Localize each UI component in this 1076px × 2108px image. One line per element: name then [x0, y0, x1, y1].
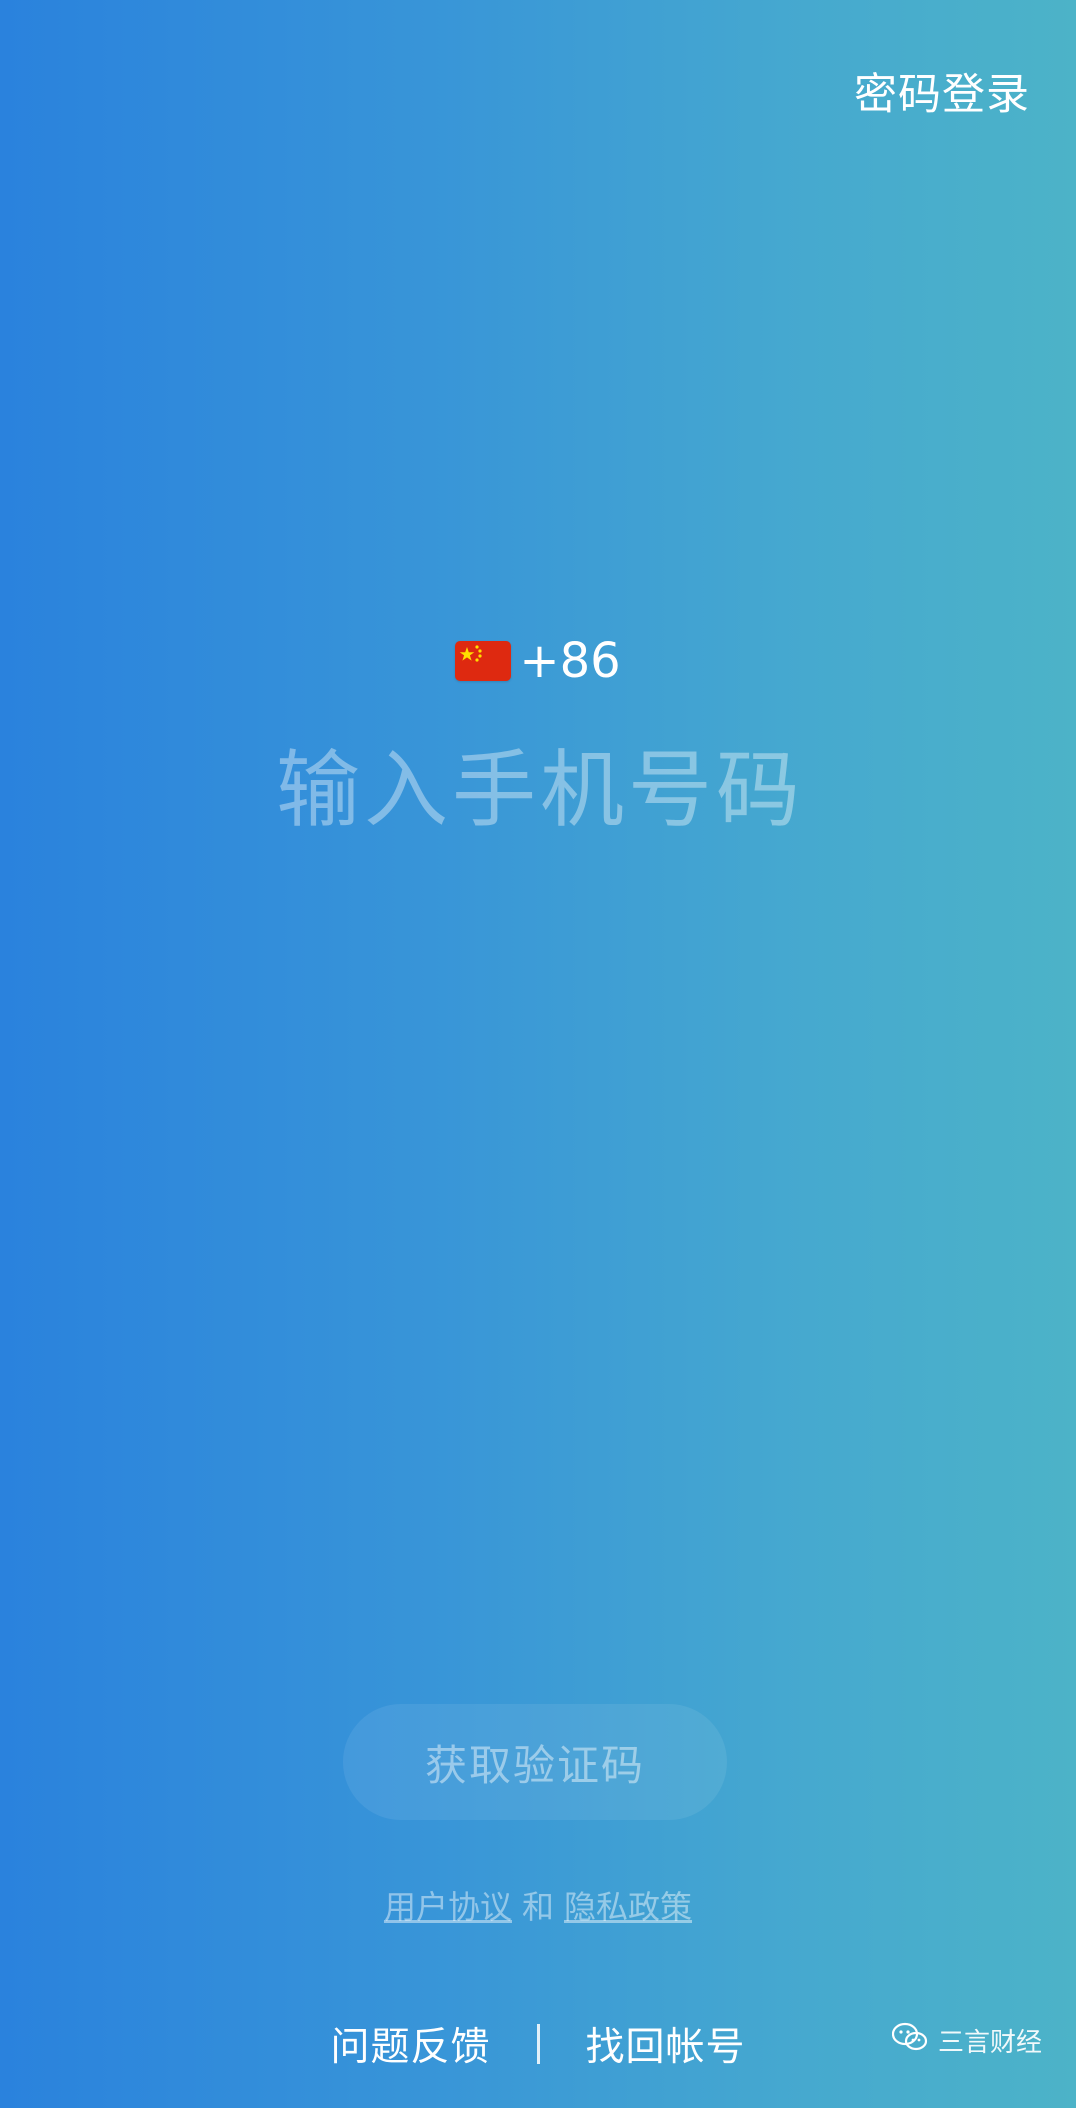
wechat-icon — [891, 2022, 928, 2059]
password-login-link[interactable]: 密码登录 — [854, 60, 1030, 122]
get-verification-code-button[interactable]: 获取验证码 — [343, 1704, 727, 1820]
agreement-line: 用户协议和隐私政策 — [0, 1882, 1076, 1928]
agreement-conjunction: 和 — [521, 1888, 554, 1926]
privacy-policy-link[interactable]: 隐私政策 — [564, 1888, 692, 1926]
phone-number-input[interactable] — [138, 734, 942, 846]
footer-separator — [536, 2024, 540, 2064]
country-code-selector[interactable]: +86 — [0, 633, 1076, 689]
watermark-text: 三言财经 — [937, 2028, 1042, 2058]
country-code: +86 — [519, 633, 621, 689]
china-flag-icon — [455, 641, 512, 681]
watermark: 三言财经 — [891, 2022, 1042, 2059]
user-agreement-link[interactable]: 用户协议 — [384, 1888, 512, 1926]
recover-account-link[interactable]: 找回帐号 — [586, 2016, 746, 2072]
feedback-link[interactable]: 问题反馈 — [330, 2016, 490, 2072]
